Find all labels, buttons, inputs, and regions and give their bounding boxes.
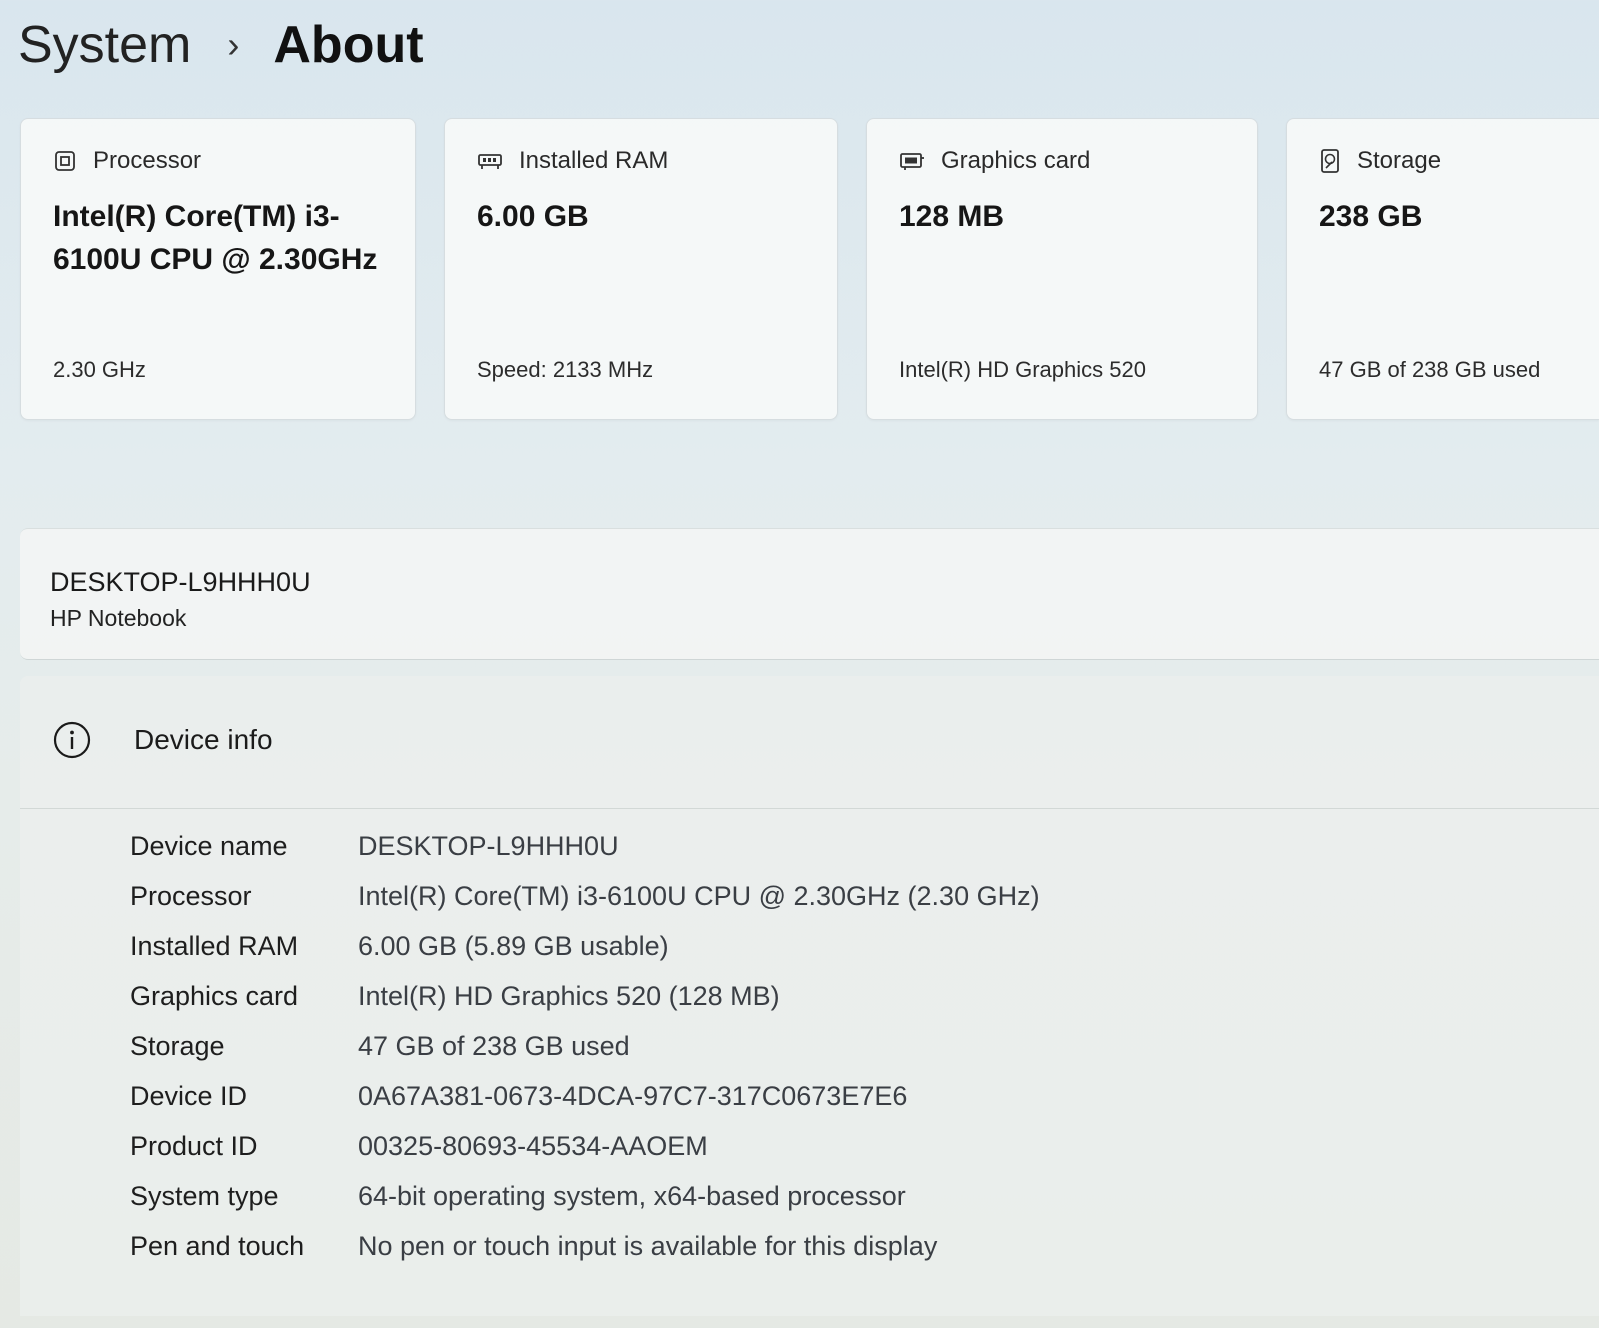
breadcrumb-separator-icon: ›: [227, 24, 240, 65]
processor-card-title: Processor: [93, 147, 202, 174]
ram-card-title: Installed RAM: [519, 147, 669, 174]
breadcrumb: System › About: [18, 10, 424, 80]
storage-card-header: Storage: [1319, 147, 1441, 175]
spec-label: Processor: [130, 880, 252, 911]
page-title: About: [273, 16, 424, 74]
spec-label: Product ID: [130, 1130, 258, 1161]
ram-card-header: Installed RAM: [477, 147, 668, 175]
graphics-card-value: 128 MB: [899, 200, 1005, 233]
ram-card-value: 6.00 GB: [477, 200, 589, 233]
processor-card-value: Intel(R) Core(TM) i3-6100U CPU @ 2.30GHz: [53, 200, 378, 276]
breadcrumb-system-link[interactable]: System: [18, 15, 191, 75]
spec-label: Storage: [130, 1030, 225, 1061]
processor-icon: [55, 151, 75, 171]
storage-card-sub: 47 GB of 238 GB used: [1319, 357, 1541, 382]
graphics-card-icon: [900, 153, 924, 170]
spec-label: Installed RAM: [130, 930, 299, 961]
storage-card[interactable]: Storage 238 GB 47 GB of 238 GB used: [1286, 118, 1599, 420]
spec-row-installed-ram: Installed RAM 6.00 GB (5.89 GB usable): [130, 924, 669, 968]
spec-value: 00325-80693-45534-AAOEM: [358, 1130, 708, 1161]
device-info-title: Device info: [134, 724, 273, 755]
storage-icon: [1321, 149, 1339, 173]
storage-card-value: 238 GB: [1319, 200, 1423, 233]
spec-value: DESKTOP-L9HHH0U: [358, 830, 619, 861]
graphics-card-header: Graphics card: [899, 147, 1090, 175]
device-banner[interactable]: DESKTOP-L9HHH0U HP Notebook: [20, 528, 1599, 660]
info-icon: [53, 721, 91, 759]
spec-row-processor: Processor Intel(R) Core(TM) i3-6100U CPU…: [130, 874, 1040, 918]
spec-value: 0A67A381-0673-4DCA-97C7-317C0673E7E6: [358, 1080, 908, 1111]
spec-value: Intel(R) Core(TM) i3-6100U CPU @ 2.30GHz…: [358, 880, 1040, 911]
spec-row-pen-and-touch: Pen and touch No pen or touch input is a…: [130, 1224, 937, 1268]
ram-card[interactable]: Installed RAM 6.00 GB Speed: 2133 MHz: [444, 118, 838, 420]
spec-row-system-type: System type 64-bit operating system, x64…: [130, 1174, 906, 1218]
ram-card-sub: Speed: 2133 MHz: [477, 357, 654, 382]
spec-label: Device ID: [130, 1080, 248, 1111]
spec-value: No pen or touch input is available for t…: [358, 1230, 938, 1261]
spec-value: 64-bit operating system, x64-based proce…: [358, 1180, 906, 1211]
spec-row-device-id: Device ID 0A67A381-0673-4DCA-97C7-317C06…: [130, 1074, 907, 1118]
spec-row-graphics-card: Graphics card Intel(R) HD Graphics 520 (…: [130, 974, 780, 1018]
graphics-card-card[interactable]: Graphics card 128 MB Intel(R) HD Graphic…: [866, 118, 1258, 420]
spec-value: 6.00 GB (5.89 GB usable): [358, 930, 669, 961]
spec-value: Intel(R) HD Graphics 520 (128 MB): [358, 980, 780, 1011]
device-banner-name: DESKTOP-L9HHH0U: [50, 567, 311, 597]
graphics-card-title: Graphics card: [941, 147, 1091, 174]
spec-row-product-id: Product ID 00325-80693-45534-AAOEM: [130, 1124, 708, 1168]
spec-label: Graphics card: [130, 980, 299, 1011]
device-banner-model: HP Notebook: [50, 605, 187, 631]
spec-label: Device name: [130, 830, 288, 861]
processor-card[interactable]: Processor Intel(R) Core(TM) i3-6100U CPU…: [20, 118, 416, 420]
spec-label: System type: [130, 1180, 279, 1211]
spec-value: 47 GB of 238 GB used: [358, 1030, 630, 1061]
ram-icon: [478, 154, 502, 169]
device-info-header[interactable]: Device info: [20, 676, 1599, 809]
spec-row-device-name: Device name DESKTOP-L9HHH0U: [130, 824, 619, 868]
graphics-card-sub: Intel(R) HD Graphics 520: [899, 357, 1146, 382]
processor-card-sub: 2.30 GHz: [53, 357, 146, 382]
spec-label: Pen and touch: [130, 1230, 305, 1261]
processor-card-header: Processor: [53, 147, 201, 175]
spec-row-storage: Storage 47 GB of 238 GB used: [130, 1024, 630, 1068]
device-info-panel: Device info Device name DESKTOP-L9HHH0U …: [20, 676, 1599, 1316]
storage-card-title: Storage: [1357, 147, 1442, 174]
